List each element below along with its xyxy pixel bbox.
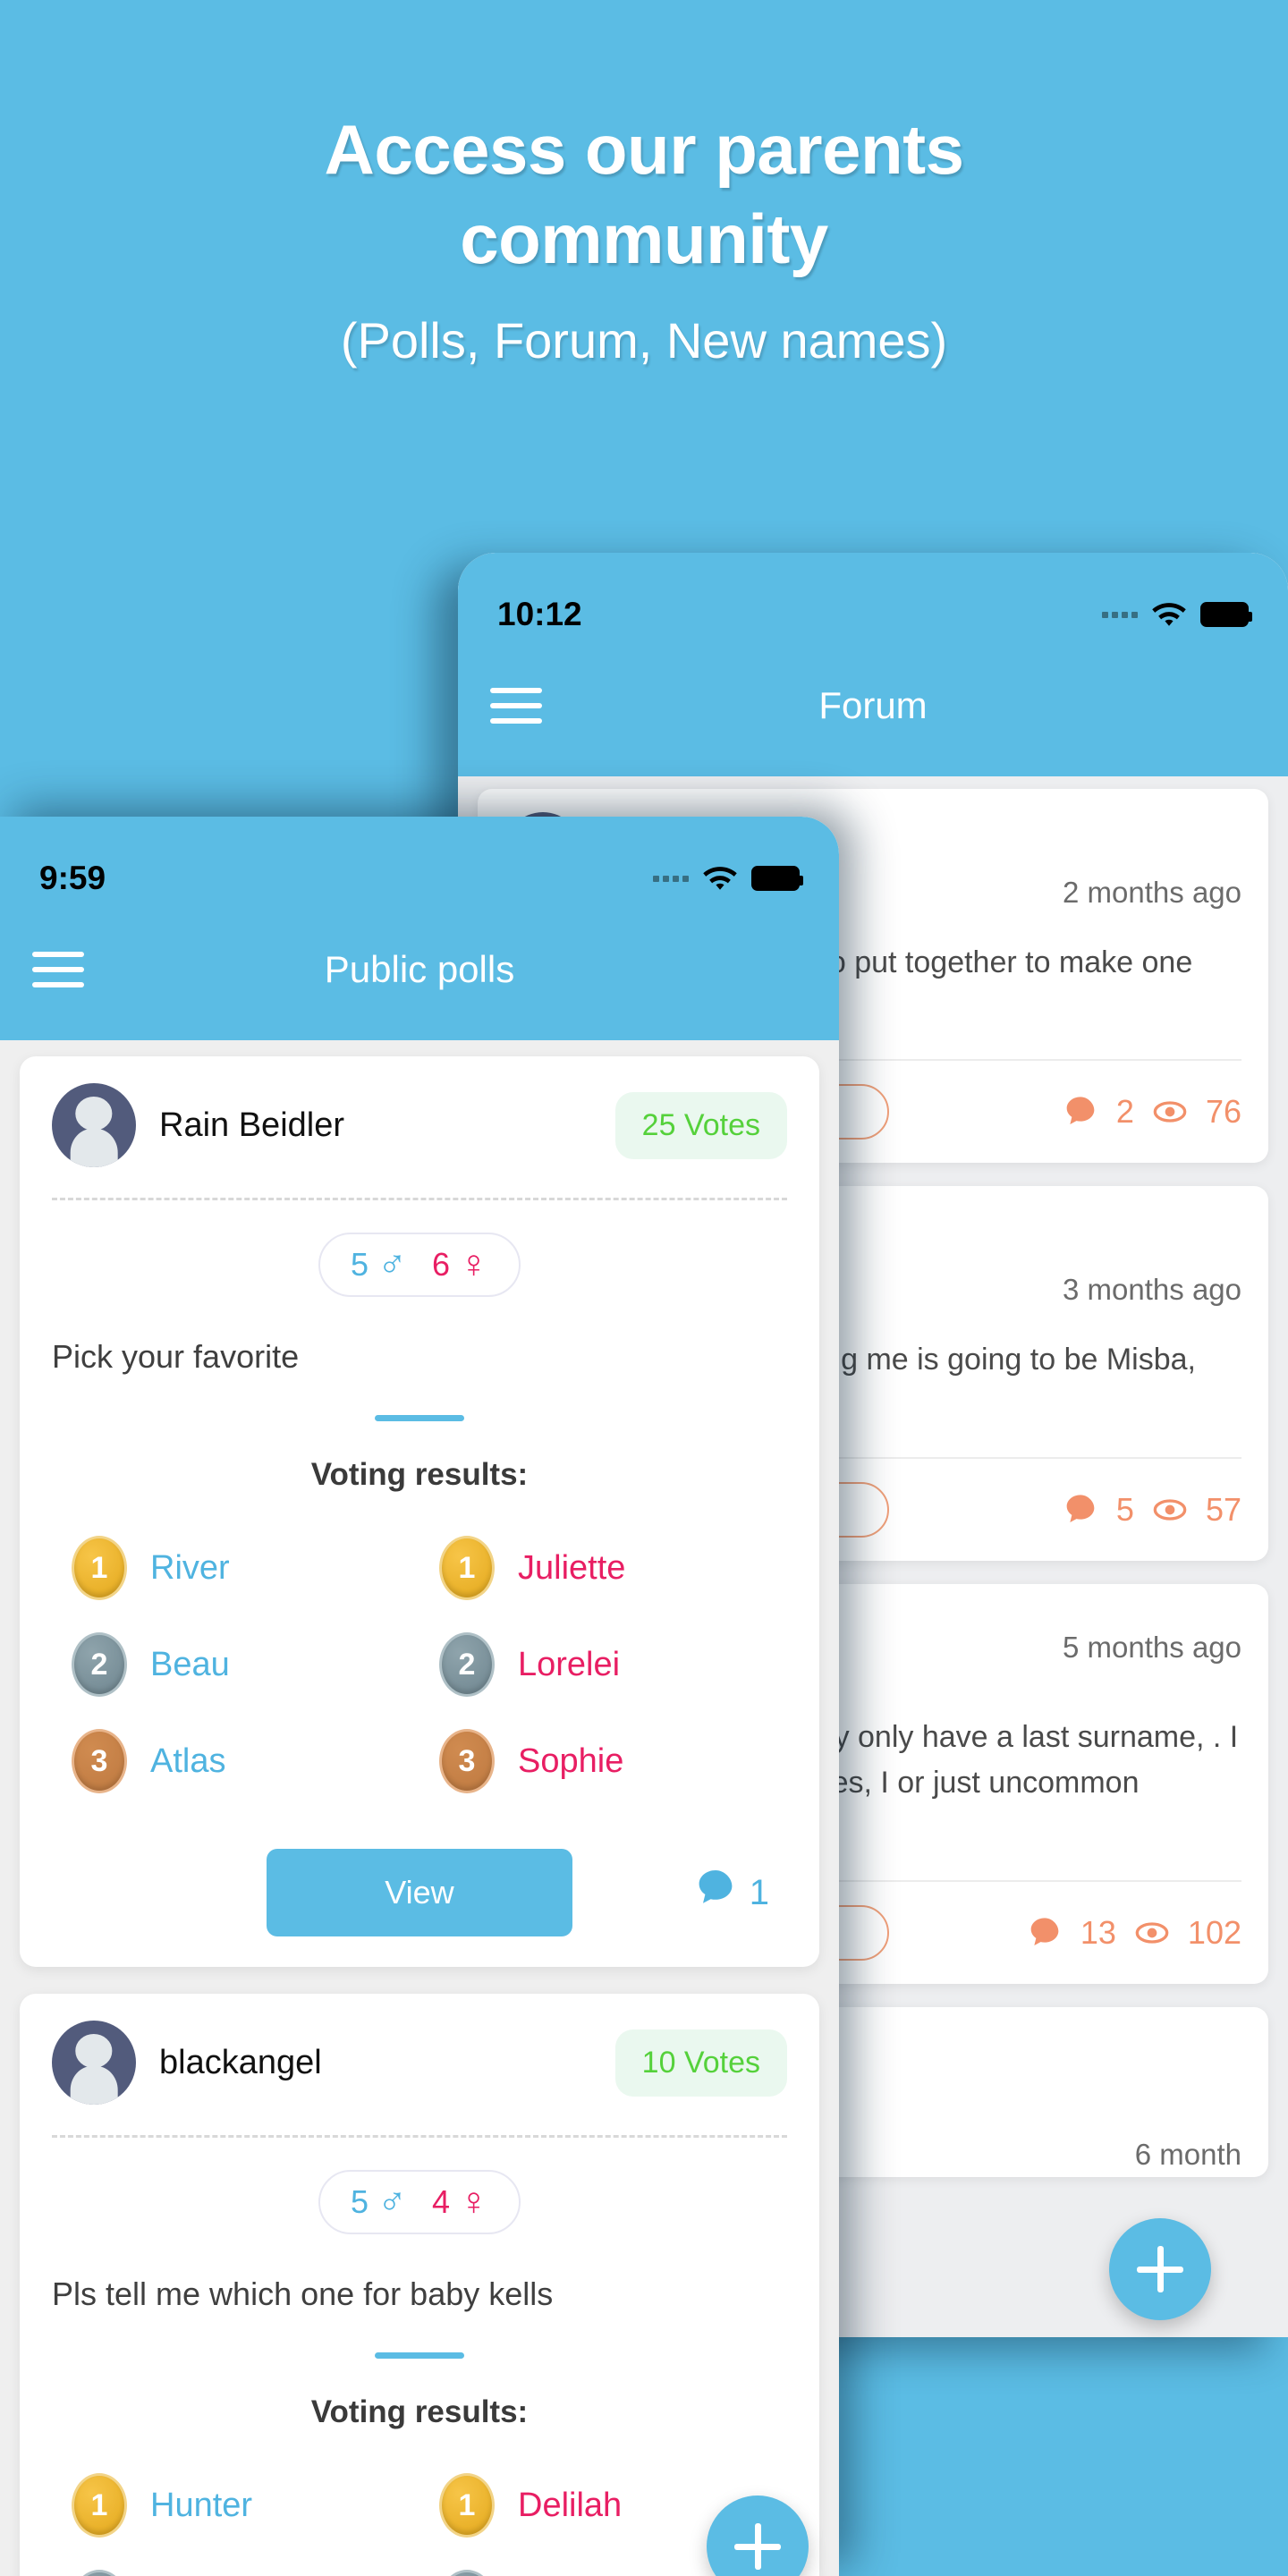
signal-dots-icon <box>1102 611 1138 618</box>
battery-full-icon <box>1200 602 1252 627</box>
male-count: 5 <box>350 1246 369 1283</box>
page-title: Access our parents community <box>324 110 964 278</box>
polls-nav-title: Public polls <box>324 948 515 990</box>
list-item[interactable]: 3 Atlas <box>52 1713 419 1809</box>
list-item[interactable]: 2 Beau <box>52 1616 419 1713</box>
rank-medal-icon: 2 <box>439 2570 495 2576</box>
list-item[interactable]: 1 River <box>52 1520 419 1616</box>
forum-view-count: 102 <box>1187 1913 1241 1951</box>
rank-medal-icon: 1 <box>439 1536 495 1600</box>
view-button[interactable]: View <box>267 1849 572 1936</box>
forum-view-count: 76 <box>1205 1093 1241 1131</box>
divider-accent <box>375 2352 464 2359</box>
rank-medal-icon: 1 <box>72 2473 127 2538</box>
list-item[interactable]: 1 Hunter <box>52 2457 419 2554</box>
hamburger-menu-icon[interactable] <box>490 688 542 724</box>
wifi-icon <box>1152 601 1186 628</box>
list-item[interactable]: 1 Juliette <box>419 1520 787 1616</box>
rank-medal-icon: 2 <box>72 2570 127 2576</box>
hero-section: Access our parents community (Polls, For… <box>0 0 1288 555</box>
status-badge: 10 Votes <box>614 2029 787 2097</box>
poll-results-grid: 1 River 1 Juliette 2 Beau 2 Lorelei 3 At… <box>52 1520 787 1809</box>
rank-medal-icon: 3 <box>439 1729 495 1793</box>
status-clock: 9:59 <box>39 860 106 896</box>
rank-medal-icon: 1 <box>72 1536 127 1600</box>
forum-comment-count: 2 <box>1115 1093 1134 1131</box>
eye-icon <box>1152 1094 1188 1130</box>
voting-results-label: Voting results: <box>310 2394 529 2429</box>
poll-question: Pls tell me which one for baby kells <box>52 2275 554 2312</box>
poll-option-boy: Atlas <box>150 1741 226 1780</box>
list-item[interactable]: 2 Lorelei <box>419 1616 787 1713</box>
eye-icon <box>1152 1492 1188 1528</box>
divider <box>52 2135 787 2138</box>
poll-option-boy: Hunter <box>150 2486 253 2524</box>
divider <box>52 1198 787 1200</box>
forum-post-time: 5 months ago <box>1063 1630 1241 1664</box>
poll-option-girl: Sophie <box>518 1741 624 1780</box>
voting-results-label: Voting results: <box>310 1457 529 1492</box>
list-item[interactable]: 3 Sophie <box>419 1713 787 1809</box>
list-item[interactable]: 2 Enzo <box>52 2554 419 2576</box>
rank-medal-icon: 3 <box>72 1729 127 1793</box>
hamburger-menu-icon[interactable] <box>32 952 84 987</box>
gender-count-pill: 5 ♂ 6 ♀ <box>318 1233 521 1297</box>
forum-post-time: 6 month <box>1134 2137 1241 2171</box>
male-symbol-icon: ♂ <box>377 2180 407 2224</box>
status-badge: 25 Votes <box>614 1091 787 1159</box>
signal-dots-icon <box>653 875 689 882</box>
wifi-icon <box>703 865 737 892</box>
comment-icon <box>694 1867 737 1919</box>
rank-medal-icon: 2 <box>72 1632 127 1697</box>
poll-option-girl: Juliette <box>518 1548 626 1587</box>
male-count: 5 <box>350 2183 369 2220</box>
polls-nav-row: Public polls <box>0 902 839 1037</box>
polls-app-bar: 9:59 Public polls <box>0 817 839 1040</box>
forum-post-time: 3 months ago <box>1063 1273 1241 1307</box>
eye-icon <box>1134 1915 1170 1951</box>
poll-results-grid: 1 Hunter 1 Delilah 2 Enzo 2 Kara <box>52 2457 787 2576</box>
forum-app-bar: 10:12 Forum <box>458 553 1288 776</box>
page-subtitle: (Polls, Forum, New names) <box>340 311 948 369</box>
rank-medal-icon: 1 <box>439 2473 495 2538</box>
poll-card[interactable]: blackangel 10 Votes 5 ♂ 4 ♀ Pls tell me … <box>20 1994 819 2576</box>
avatar <box>52 2021 136 2105</box>
avatar <box>52 1083 136 1167</box>
forum-status-bar: 10:12 <box>458 553 1288 639</box>
rank-medal-icon: 2 <box>439 1632 495 1697</box>
poll-option-boy: Beau <box>150 1645 230 1683</box>
poll-option-girl: Lorelei <box>518 1645 621 1683</box>
poll-question: Pick your favorite <box>52 1338 300 1375</box>
comment-icon <box>1063 1492 1098 1528</box>
battery-full-icon <box>751 866 803 891</box>
comment-icon <box>1027 1915 1063 1951</box>
female-count: 4 <box>432 2183 451 2220</box>
forum-comment-count: 5 <box>1115 1490 1134 1528</box>
poll-list: Rain Beidler 25 Votes 5 ♂ 6 ♀ Pick your … <box>0 1040 839 2576</box>
poll-comment-count: 1 <box>749 1872 769 1912</box>
add-post-fab[interactable] <box>1109 2218 1211 2320</box>
poll-option-girl: Delilah <box>518 2486 623 2524</box>
poll-username: Rain Beidler <box>159 1106 344 1144</box>
female-count: 6 <box>432 1246 451 1283</box>
comment-icon <box>1063 1094 1098 1130</box>
polls-status-bar: 9:59 <box>0 817 839 902</box>
forum-view-count: 57 <box>1205 1490 1241 1528</box>
forum-post-time: 2 months ago <box>1063 876 1241 909</box>
gender-count-pill: 5 ♂ 4 ♀ <box>318 2170 521 2234</box>
polls-phone-mockup: 9:59 Public polls Rain Beidler 25 Votes <box>0 817 839 2576</box>
female-symbol-icon: ♀ <box>459 2180 489 2224</box>
status-clock: 10:12 <box>497 596 582 632</box>
forum-comment-count: 13 <box>1080 1913 1116 1951</box>
poll-card[interactable]: Rain Beidler 25 Votes 5 ♂ 6 ♀ Pick your … <box>20 1056 819 1967</box>
female-symbol-icon: ♀ <box>459 1242 489 1286</box>
poll-username: blackangel <box>159 2043 322 2081</box>
forum-nav-title: Forum <box>818 684 928 726</box>
forum-nav-row: Forum <box>458 639 1288 773</box>
poll-option-boy: River <box>150 1548 230 1587</box>
divider-accent <box>375 1415 464 1421</box>
poll-comment-group[interactable]: 1 <box>694 1867 769 1919</box>
male-symbol-icon: ♂ <box>377 1242 407 1286</box>
